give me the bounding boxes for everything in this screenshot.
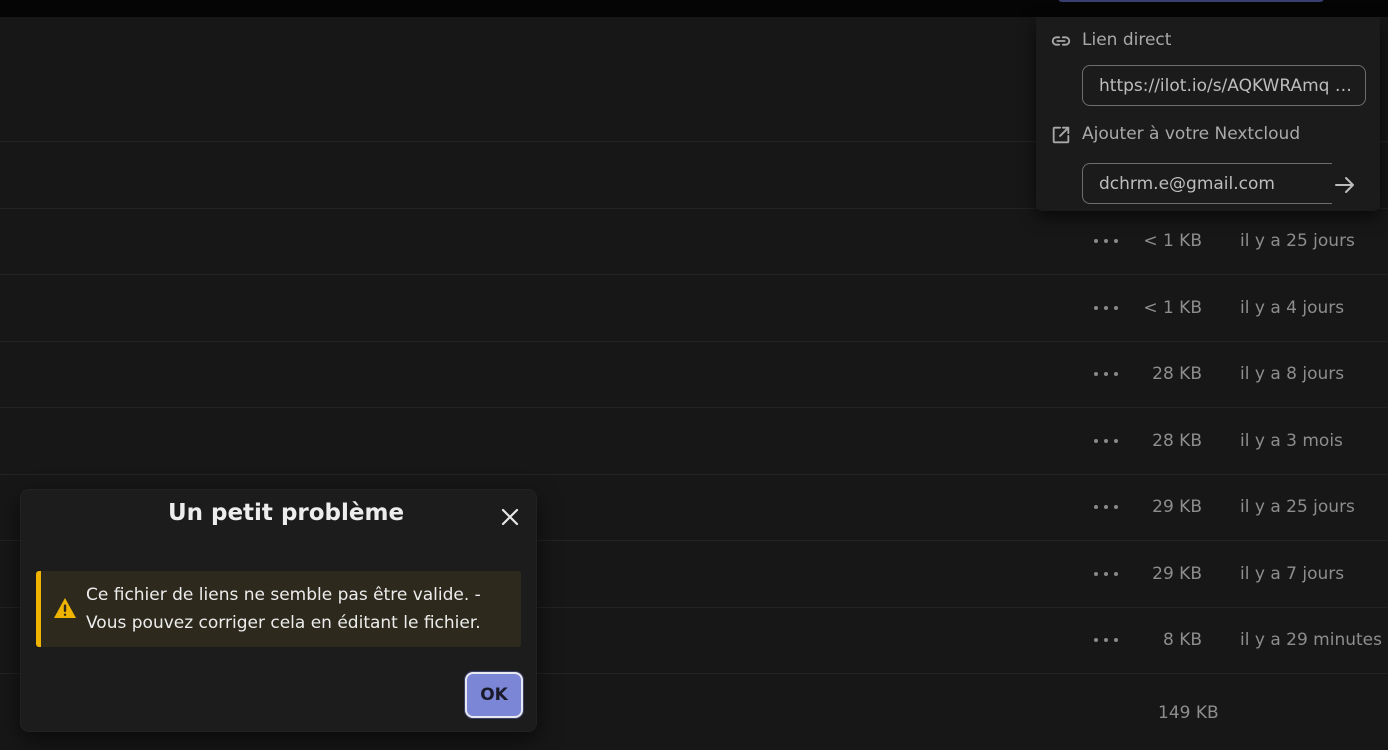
ok-button[interactable]: OK	[465, 672, 523, 718]
file-size: 29 KB	[1152, 497, 1202, 517]
alert-message-line-1: Ce fichier de liens ne semble pas être v…	[86, 585, 481, 605]
file-date: il y a 25 jours	[1240, 497, 1355, 517]
file-size: 8 KB	[1162, 630, 1202, 650]
more-options-icon[interactable]	[1094, 234, 1118, 248]
table-row[interactable]: < 1 KB il y a 4 jours	[0, 275, 1388, 342]
warning-icon	[54, 598, 76, 618]
close-button[interactable]	[498, 505, 522, 529]
dialog-title: Un petit problème	[167, 500, 405, 526]
external-link-icon	[1052, 126, 1070, 144]
close-icon	[501, 508, 519, 526]
file-date: il y a 4 jours	[1240, 298, 1345, 318]
link-icon	[1051, 36, 1071, 46]
more-options-icon[interactable]	[1094, 567, 1118, 581]
alert-message-line-2: Vous pouvez corriger cela en éditant le …	[86, 613, 481, 633]
more-options-icon[interactable]	[1094, 633, 1118, 647]
file-date: il y a 3 mois	[1240, 431, 1343, 451]
file-size: < 1 KB	[1143, 231, 1202, 251]
direct-link-field[interactable]: https://ilot.io/s/AQKWRAmq …	[1082, 65, 1366, 106]
nextcloud-label: Ajouter à votre Nextcloud	[1082, 124, 1301, 144]
total-size: 149 KB	[1158, 703, 1219, 723]
alert-message: Ce fichier de liens ne semble pas être v…	[86, 581, 516, 637]
nextcloud-email-input[interactable]: dchrm.e@gmail.com	[1082, 163, 1332, 204]
table-row[interactable]: 28 KB il y a 8 jours	[0, 341, 1388, 408]
more-options-icon[interactable]	[1094, 301, 1118, 315]
arrow-right-icon	[1335, 177, 1354, 193]
more-options-icon[interactable]	[1094, 367, 1118, 381]
more-options-icon[interactable]	[1094, 434, 1118, 448]
table-row[interactable]: < 1 KB il y a 25 jours	[0, 208, 1388, 275]
table-row[interactable]: 28 KB il y a 3 mois	[0, 408, 1388, 475]
error-dialog: Un petit problème Ce fichier de liens ne…	[21, 490, 536, 731]
file-size: 28 KB	[1152, 364, 1202, 384]
header-button-edge[interactable]	[1058, 0, 1324, 2]
warning-alert: Ce fichier de liens ne semble pas être v…	[36, 571, 521, 647]
share-popover: Lien direct https://ilot.io/s/AQKWRAmq ……	[1036, 17, 1380, 211]
direct-link-label: Lien direct	[1082, 30, 1172, 50]
file-size: 28 KB	[1152, 431, 1202, 451]
file-date: il y a 7 jours	[1240, 564, 1345, 584]
file-size: 29 KB	[1152, 564, 1202, 584]
send-button[interactable]	[1330, 170, 1360, 200]
file-date: il y a 8 jours	[1240, 364, 1345, 384]
file-date: il y a 29 minutes	[1240, 630, 1382, 650]
more-options-icon[interactable]	[1094, 500, 1118, 514]
file-date: il y a 25 jours	[1240, 231, 1355, 251]
top-bar	[0, 0, 1388, 17]
file-size: < 1 KB	[1143, 298, 1202, 318]
